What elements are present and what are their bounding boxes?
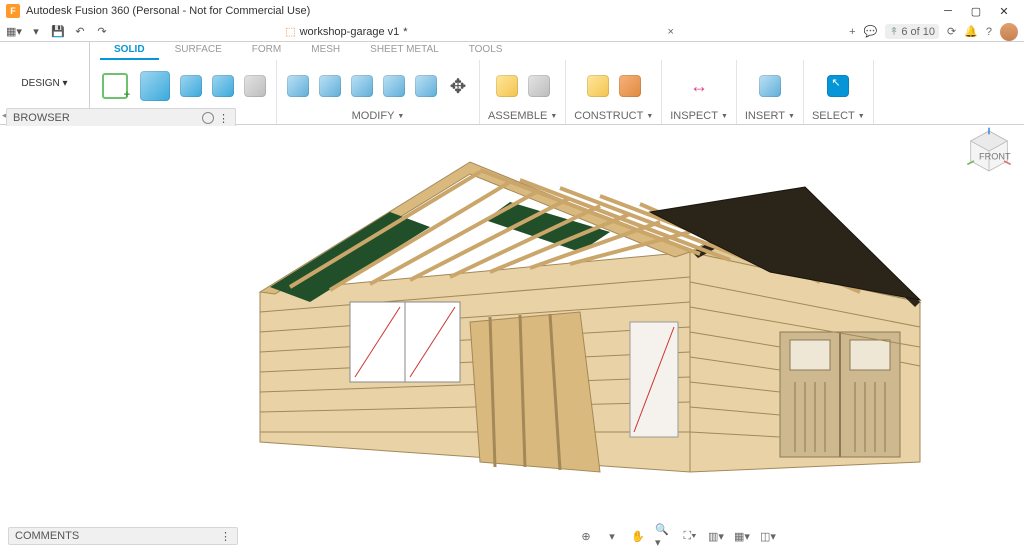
window-title: Autodesk Fusion 360 (Personal - Not for … <box>26 5 310 17</box>
tab-surface[interactable]: SURFACE <box>161 42 236 60</box>
tab-form[interactable]: FORM <box>238 42 295 60</box>
zoom-icon[interactable]: 🔍▾ <box>655 527 673 545</box>
app-icon: F <box>6 4 20 18</box>
fit-icon[interactable]: ⛶▾ <box>681 527 699 545</box>
combine-icon[interactable] <box>381 73 407 99</box>
close-window-button[interactable]: ✕ <box>990 1 1018 21</box>
redo-icon[interactable]: ↷ <box>94 24 110 40</box>
svg-text:FRONT: FRONT <box>979 151 1011 161</box>
new-tab-icon[interactable]: + <box>849 26 855 38</box>
loft-icon[interactable] <box>242 73 268 99</box>
tab-tools[interactable]: TOOLS <box>455 42 517 60</box>
tab-mesh[interactable]: MESH <box>297 42 354 60</box>
insert-icon[interactable] <box>757 73 783 99</box>
grid-icon[interactable]: ▦▾ <box>733 527 751 545</box>
quick-access-bar: ▦▾ ▾ 💾 ↶ ↷ ⬚ workshop-garage v1* × + 💬 ↟… <box>0 22 1024 42</box>
maximize-button[interactable]: ▢ <box>962 1 990 21</box>
ribbon-group-construct: CONSTRUCT ▼ <box>566 60 662 124</box>
sweep-icon[interactable] <box>210 73 236 99</box>
job-status-badge[interactable]: ↟ 6 of 10 <box>885 24 939 39</box>
comments-panel-header[interactable]: COMMENTS ⋮ <box>8 527 238 545</box>
extrude-icon[interactable] <box>138 69 172 103</box>
save-icon[interactable]: 💾 <box>50 24 66 40</box>
joint-icon[interactable] <box>526 73 552 99</box>
display-icon[interactable]: ▥▾ <box>707 527 725 545</box>
move-icon[interactable]: ✥ <box>445 73 471 99</box>
apps-grid-icon[interactable]: ▦▾ <box>6 24 22 40</box>
viewports-icon[interactable]: ◫▾ <box>759 527 777 545</box>
sketch-icon[interactable]: + <box>98 69 132 103</box>
user-avatar[interactable] <box>1000 23 1018 41</box>
select-icon[interactable]: ↖ <box>825 73 851 99</box>
notifications-icon[interactable]: 🔔 <box>964 25 978 38</box>
ribbon-group-insert: INSERT ▼ <box>737 60 804 124</box>
minimize-button[interactable]: ─ <box>934 1 962 21</box>
browser-options-icon[interactable]: ⋮ <box>218 112 229 125</box>
look-icon[interactable]: ▾ <box>603 527 621 545</box>
presspull-icon[interactable] <box>285 73 311 99</box>
pan-icon[interactable]: ✋ <box>629 527 647 545</box>
viewport[interactable]: FRONT <box>0 126 1024 526</box>
3d-model[interactable] <box>220 132 960 512</box>
assemble-icon[interactable] <box>494 73 520 99</box>
file-icon[interactable]: ▾ <box>28 24 44 40</box>
ribbon-group-assemble: ASSEMBLE ▼ <box>480 60 566 124</box>
navigation-bar: ⊕ ▾ ✋ 🔍▾ ⛶▾ ▥▾ ▦▾ ◫▾ <box>477 527 777 545</box>
fillet-icon[interactable] <box>317 73 343 99</box>
plane-icon[interactable] <box>585 73 611 99</box>
close-tab-icon[interactable]: × <box>668 26 674 38</box>
undo-icon[interactable]: ↶ <box>72 24 88 40</box>
tab-solid[interactable]: SOLID <box>100 42 159 60</box>
revolve-icon[interactable] <box>178 73 204 99</box>
ribbon-group-modify: ✥ MODIFY ▼ <box>277 60 480 124</box>
axis-icon[interactable] <box>617 73 643 99</box>
title-bar: F Autodesk Fusion 360 (Personal - Not fo… <box>0 0 1024 22</box>
split-icon[interactable] <box>413 73 439 99</box>
ribbon-group-select: ↖ SELECT ▼ <box>804 60 874 124</box>
document-name: workshop-garage v1 <box>300 26 400 38</box>
document-tab[interactable]: ⬚ workshop-garage v1* × <box>116 25 843 38</box>
orbit-icon[interactable]: ⊕ <box>577 527 595 545</box>
ribbon-tabs: SOLID SURFACE FORM MESH SHEET METAL TOOL… <box>90 42 1024 60</box>
extensions-icon[interactable]: 💬 <box>864 25 878 38</box>
help-icon[interactable]: ? <box>986 26 992 38</box>
ribbon-group-inspect: ↔ INSPECT ▼ <box>662 60 737 124</box>
cube-icon: ⬚ <box>285 25 295 38</box>
tab-sheet-metal[interactable]: SHEET METAL <box>356 42 453 60</box>
bottom-bar: COMMENTS ⋮ ⊕ ▾ ✋ 🔍▾ ⛶▾ ▥▾ ▦▾ ◫▾ <box>0 526 1024 546</box>
browser-header[interactable]: BROWSER ⋮ <box>6 108 236 128</box>
measure-icon[interactable]: ↔ <box>686 73 712 99</box>
view-cube[interactable]: FRONT <box>964 126 1014 176</box>
updates-icon[interactable]: ⟳ <box>947 25 956 38</box>
comments-options-icon[interactable]: ⋮ <box>220 530 231 543</box>
shell-icon[interactable] <box>349 73 375 99</box>
display-settings-icon[interactable] <box>202 112 214 124</box>
